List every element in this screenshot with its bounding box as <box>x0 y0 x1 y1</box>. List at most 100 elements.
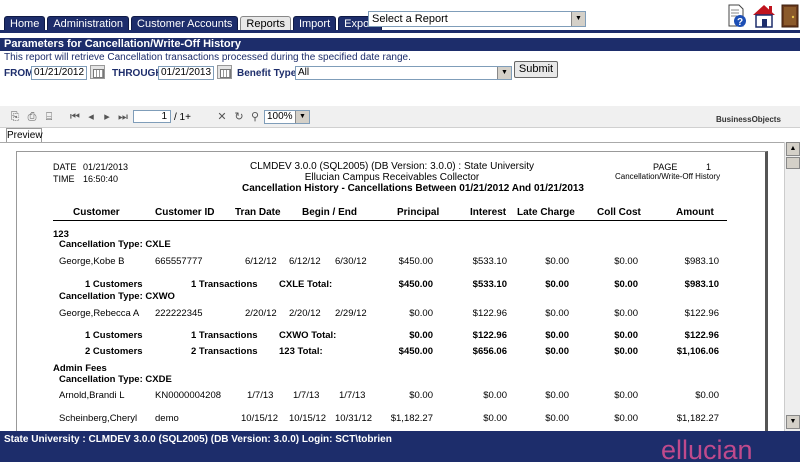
col-late-charge: Late Charge <box>517 207 575 218</box>
scroll-down-icon[interactable]: ▼ <box>786 415 800 429</box>
col-customer-id: Customer ID <box>155 207 215 218</box>
page-label: PAGE <box>653 162 678 172</box>
print-icon[interactable]: ⎙ <box>25 110 39 124</box>
calendar-icon[interactable] <box>90 65 105 79</box>
subtotal-coll-cost: $0.00 <box>614 330 638 341</box>
cell-principal: $0.00 <box>409 308 433 319</box>
tab-customer-accounts[interactable]: Customer Accounts <box>131 16 239 31</box>
vertical-scrollbar[interactable]: ▲ ▼ <box>784 142 800 431</box>
cell-end: 1/7/13 <box>339 390 366 401</box>
group-total-amount: $1,106.06 <box>676 346 719 357</box>
cell-principal: $450.00 <box>398 256 433 267</box>
cell-tran-date: 2/20/12 <box>245 308 277 319</box>
group-total-interest: $656.06 <box>472 346 507 357</box>
last-page-icon[interactable]: ⏭ <box>116 110 130 124</box>
from-date-input[interactable]: 01/21/2012 <box>31 66 87 80</box>
benefit-type-label: Benefit Type: <box>237 68 300 79</box>
subtotal-interest: $122.96 <box>472 330 507 341</box>
col-amount: Amount <box>676 207 714 218</box>
chevron-down-icon[interactable]: ▼ <box>571 12 585 26</box>
group-total-label: 123 Total: <box>279 346 323 357</box>
cell-customer: Arnold,Brandi L <box>59 390 125 401</box>
cell-principal: $1,182.27 <box>390 413 433 424</box>
subtotal-principal: $0.00 <box>409 330 433 341</box>
help-icon[interactable]: ? <box>727 4 747 28</box>
chevron-down-icon[interactable]: ▼ <box>295 111 309 123</box>
group-total-principal: $450.00 <box>398 346 433 357</box>
subtotal-late-charge: $0.00 <box>545 330 569 341</box>
subtotal-amount: $983.10 <box>684 279 719 290</box>
report-header-line1: CLMDEV 3.0.0 (SQL2005) (DB Version: 3.0.… <box>249 161 534 172</box>
export-icon[interactable]: ⎘ <box>8 110 22 124</box>
cell-customer: George,Kobe B <box>59 256 125 267</box>
header-divider <box>53 220 727 221</box>
group-total-customers: 2 Customers <box>85 346 143 357</box>
subtotal-transactions: 1 Transactions <box>191 279 258 290</box>
ellucian-logo: ellucian <box>661 435 753 465</box>
date-label: DATE <box>53 162 77 172</box>
cell-customer: Scheinberg,Cheryl <box>59 413 138 424</box>
cell-customer-id: 665557777 <box>155 256 203 267</box>
cell-amount: $1,182.27 <box>676 413 719 424</box>
cell-tran-date: 1/7/13 <box>247 390 274 401</box>
cell-late-charge: $0.00 <box>545 413 569 424</box>
cancellation-type-label: Cancellation Type: CXLE <box>59 239 171 250</box>
report-canvas: DATE 01/21/2013 TIME 16:50:40 CLMDEV 3.0… <box>0 142 784 431</box>
page-count: / 1+ <box>174 112 191 123</box>
tab-administration[interactable]: Administration <box>47 16 130 31</box>
benefit-type-select[interactable]: All ▼ <box>295 66 512 80</box>
cell-end: 6/30/12 <box>335 256 367 267</box>
group-total-coll-cost: $0.00 <box>614 346 638 357</box>
report-select-dropdown[interactable]: Select a Report ▼ <box>368 11 586 27</box>
col-interest: Interest <box>470 207 507 218</box>
submit-button[interactable]: Submit <box>514 61 558 78</box>
scroll-thumb[interactable] <box>786 157 800 169</box>
cell-customer-id: demo <box>155 413 179 424</box>
cell-customer: George,Rebecca A <box>59 308 140 319</box>
tab-home[interactable]: Home <box>4 16 46 31</box>
cell-coll-cost: $0.00 <box>614 413 638 424</box>
cancellation-type-label: Cancellation Type: CXWO <box>59 291 175 302</box>
zoom-select[interactable]: 100% ▼ <box>264 110 310 124</box>
subtotal-customers: 1 Customers <box>85 330 143 341</box>
search-icon[interactable]: ⚲ <box>248 110 262 124</box>
cell-principal: $0.00 <box>409 390 433 401</box>
page-number-input[interactable]: 1 <box>133 110 171 123</box>
cancellation-type-label: Cancellation Type: CXDE <box>59 374 172 385</box>
report-select-value: Select a Report <box>372 13 448 25</box>
parameters-row: FROM: 01/21/2012 THROUGH: 01/21/2013 Ben… <box>0 62 800 82</box>
page-value: 1 <box>706 162 712 172</box>
report-page: DATE 01/21/2013 TIME 16:50:40 CLMDEV 3.0… <box>16 151 768 431</box>
scroll-up-icon[interactable]: ▲ <box>786 142 800 156</box>
tab-underline <box>0 30 800 33</box>
tab-import[interactable]: Import <box>292 16 337 31</box>
refresh-icon[interactable]: ↻ <box>232 110 246 124</box>
through-date-input[interactable]: 01/21/2013 <box>158 66 214 80</box>
exit-door-icon[interactable] <box>781 4 799 28</box>
subtotal-coll-cost: $0.00 <box>614 279 638 290</box>
cell-amount: $122.96 <box>684 308 719 319</box>
cell-interest: $533.10 <box>472 256 507 267</box>
home-icon[interactable] <box>752 3 776 28</box>
tab-preview[interactable]: Preview <box>6 128 43 142</box>
chevron-down-icon[interactable]: ▼ <box>497 67 511 79</box>
cell-coll-cost: $0.00 <box>614 256 638 267</box>
subtotal-transactions: 1 Transactions <box>191 330 258 341</box>
viewer-toolbar: ⎘ ⎙ ⌸ ⏮ ◂ ▸ ⏭ ✕ ↻ ⚲ <box>0 106 800 128</box>
cell-end: 2/29/12 <box>335 308 367 319</box>
cell-interest: $0.00 <box>483 390 507 401</box>
stop-icon[interactable]: ✕ <box>215 110 229 124</box>
first-page-icon[interactable]: ⏮ <box>68 110 82 124</box>
calendar-icon[interactable] <box>217 65 232 79</box>
group-tree-icon[interactable]: ⌸ <box>42 110 56 124</box>
benefit-type-value: All <box>298 67 310 78</box>
time-value: 16:50:40 <box>83 174 119 184</box>
cell-tran-date: 6/12/12 <box>245 256 277 267</box>
previous-page-icon[interactable]: ◂ <box>84 110 98 124</box>
cell-begin: 6/12/12 <box>289 256 321 267</box>
tab-reports[interactable]: Reports <box>240 16 291 31</box>
next-page-icon[interactable]: ▸ <box>100 110 114 124</box>
cell-begin: 1/7/13 <box>293 390 320 401</box>
cell-customer-id: 222222345 <box>155 308 203 319</box>
cell-tran-date: 10/15/12 <box>241 413 278 424</box>
